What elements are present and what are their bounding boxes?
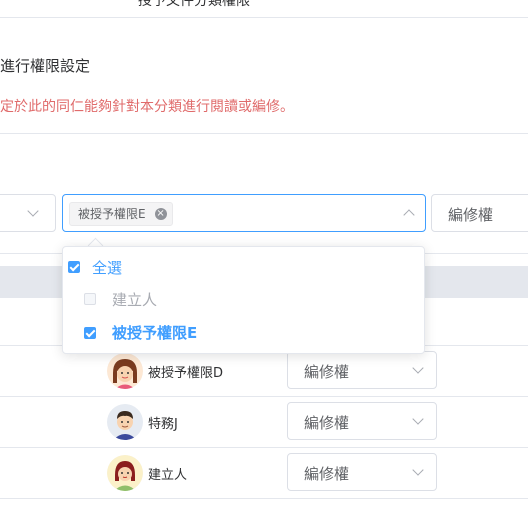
chevron-down-icon [412,464,424,476]
chevron-down-icon [27,205,39,217]
checkbox-icon[interactable] [68,261,80,273]
chevron-down-icon [412,413,424,425]
checkbox-icon[interactable] [84,327,96,339]
row-permission-select[interactable]: 編修權 [287,351,437,389]
chevron-up-icon [403,209,415,221]
row-divider [0,498,528,499]
section-title: 進行權限設定 [0,57,91,75]
divider [0,17,528,18]
row-divider [0,396,528,397]
row-user-name: 特務J [148,417,178,432]
row-permission-value: 編修權 [304,465,350,483]
row-permission-select[interactable]: 編修權 [287,453,437,491]
male-avatar-icon [107,404,143,440]
option-label: 被授予權限E [112,324,198,342]
row-permission-select[interactable]: 編修權 [287,402,437,440]
row-permission-value: 編修權 [304,414,350,432]
checkbox-icon [84,293,96,305]
tag-close-icon[interactable]: × [154,208,167,220]
department-select[interactable] [0,194,56,232]
row-user-name: 建立人 [148,468,188,483]
chevron-down-icon [412,362,424,374]
permission-select[interactable]: 編修權 [431,194,528,232]
female-avatar-icon [107,353,143,389]
female-avatar-2-icon [107,455,143,491]
row-user-name: 被授予權限D [148,366,224,381]
divider [0,133,528,134]
row-divider [0,447,528,448]
selected-user-tag: 被授予權限E × [69,202,173,226]
option-label: 建立人 [112,291,158,309]
user-multiselect[interactable]: 被授予權限E × [62,194,426,232]
user-dropdown-menu: 全選 建立人 被授予權限E [62,246,425,354]
permission-hint: 定於此的同仁能夠針對本分類進行閱讀或編修。 [0,99,294,115]
option-label: 全選 [92,259,123,277]
permission-select-value: 編修權 [448,206,494,224]
page-title: 授予文件分類權限 [138,0,250,9]
selected-user-tag-label: 被授予權限E [78,207,146,221]
row-permission-value: 編修權 [304,363,350,381]
